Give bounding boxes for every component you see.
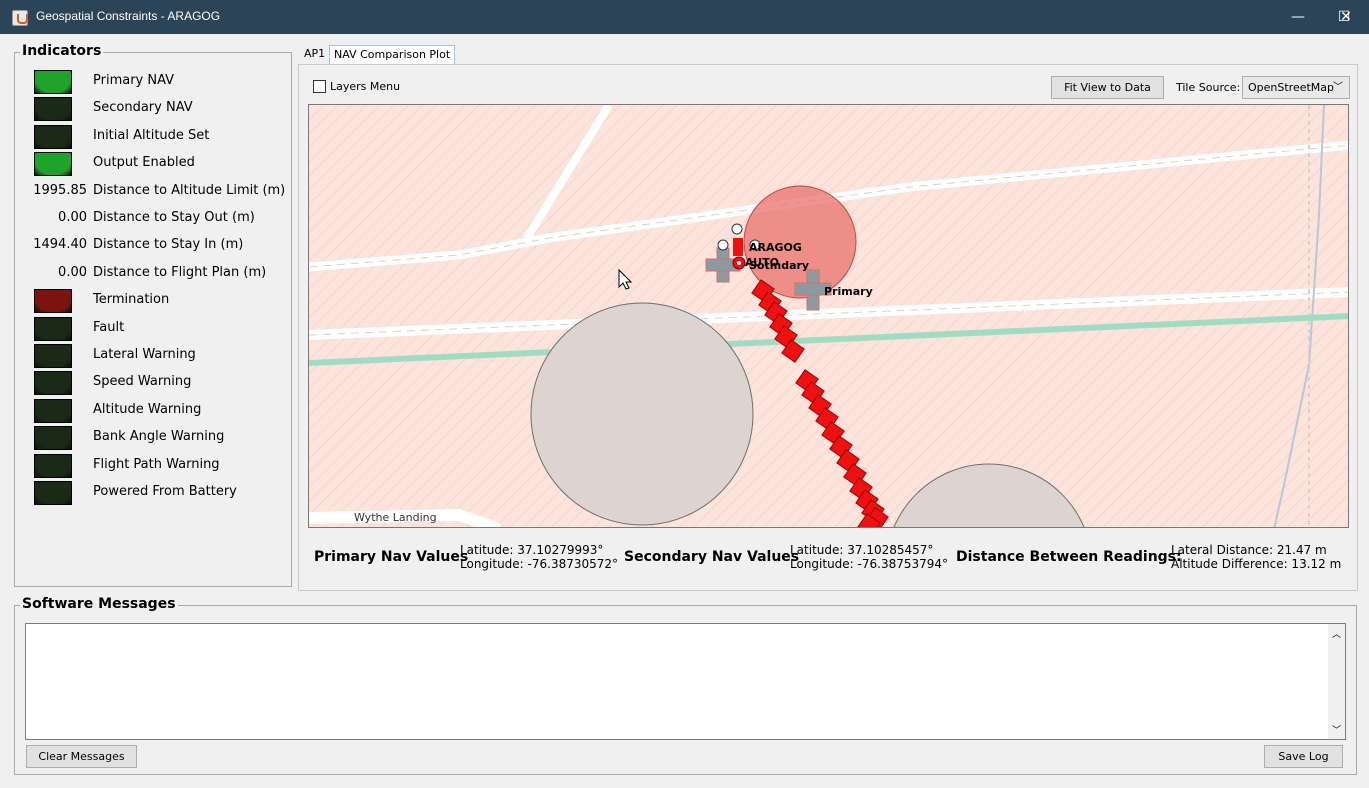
save-log-button[interactable]: Save Log (1264, 745, 1343, 768)
map-canvas[interactable]: ARAGOG AUTO Sotmdary Primary Wythe Landi… (309, 105, 1349, 528)
stay-out-zone (530, 302, 754, 526)
indicator-label: Output Enabled (93, 155, 195, 171)
indicator-led (34, 453, 72, 478)
secondary-nav-values-title: Secondary Nav Values (624, 549, 800, 565)
indicator-value: 0.00 (58, 264, 87, 280)
indicator-row: 1995.85 Distance to Altitude Limit (m) (14, 178, 292, 205)
java-app-icon (12, 10, 28, 26)
fit-view-button[interactable]: Fit View to Data (1051, 76, 1164, 99)
distance-between-readings-title: Distance Between Readings: (956, 549, 1182, 565)
indicator-label: Speed Warning (93, 374, 192, 390)
layers-menu-label[interactable]: Layers Menu (330, 80, 400, 93)
indicator-led (34, 371, 72, 396)
indicator-row: 0.00 Distance to Flight Plan (m) (14, 260, 292, 287)
secondary-nav-coords: Latitude: 37.10285457° Longitude: -76.38… (790, 543, 948, 571)
indicator-row: Bank Angle Warning (14, 424, 292, 451)
indicator-led (34, 344, 72, 368)
indicator-label: Lateral Warning (93, 347, 196, 362)
indicator-list: Primary NAV Secondary NAV Initial Altitude… (14, 68, 292, 508)
indicator-row: 0.00 Distance to Stay Out (m) (14, 205, 292, 232)
indicator-row: Initial Altitude Set (14, 123, 292, 150)
indicator-row: Powered From Battery (14, 479, 292, 506)
indicator-row: Flight Path Warning (14, 452, 292, 479)
indicator-led (34, 97, 72, 122)
indicator-row: Secondary NAV (14, 95, 292, 122)
indicator-led (34, 124, 72, 149)
indicator-row: Altitude Warning (14, 397, 292, 424)
secondary-latitude: Latitude: 37.10285457° (790, 543, 934, 557)
indicator-label: Flight Path Warning (93, 456, 220, 472)
indicator-label: Altitude Warning (93, 401, 202, 417)
indicator-label: Initial Altitude Set (93, 127, 210, 143)
tile-source-label: Tile Source: (1176, 81, 1241, 94)
scroll-down-icon[interactable]: ﹀ (1332, 723, 1341, 736)
indicator-led (34, 316, 72, 341)
lateral-distance: Lateral Distance: 21.47 m (1171, 543, 1327, 557)
primary-longitude: Longitude: -76.38730572° (460, 557, 619, 571)
primary-label: Primary (824, 285, 873, 298)
indicator-label: Primary NAV (93, 73, 175, 88)
map-view[interactable]: ARAGOG AUTO Sotmdary Primary Wythe Landi… (308, 104, 1349, 528)
indicator-row: 1494.40 Distance to Stay In (m) (14, 232, 292, 259)
indicator-value: 1995.85 (33, 182, 87, 198)
indicator-label: Distance to Stay Out (m) (93, 210, 255, 225)
indicator-led (34, 398, 72, 423)
indicator-label: Distance to Stay In (m) (93, 237, 244, 253)
close-button[interactable]: ✕ (1323, 0, 1369, 34)
tile-source-select[interactable]: OpenStreetMap ﹀ (1242, 76, 1350, 99)
indicator-value: 0.00 (58, 210, 87, 225)
indicator-label: Secondary NAV (93, 100, 193, 116)
minimize-button[interactable]: — (1275, 0, 1321, 34)
primary-nav-values-title: Primary Nav Values (314, 549, 469, 565)
indicator-value: 1494.40 (33, 237, 87, 253)
secondary-label: Sotmdary (749, 259, 809, 272)
aragog-label: ARAGOG (749, 241, 802, 254)
messages-textarea[interactable]: ︿ ﹀ (25, 623, 1346, 740)
indicators-title: Indicators (20, 43, 104, 59)
indicator-led (34, 481, 72, 505)
altitude-difference: Altitude Difference: 13.12 m (1171, 557, 1342, 571)
scroll-up-icon[interactable]: ︿ (1332, 627, 1341, 640)
indicator-led (34, 70, 72, 94)
indicator-label: Distance to Flight Plan (m) (93, 264, 267, 280)
clear-messages-button[interactable]: Clear Messages (26, 745, 137, 768)
indicator-led (34, 426, 72, 451)
street-label: Wythe Landing (354, 511, 437, 524)
secondary-longitude: Longitude: -76.38753794° (790, 557, 949, 571)
software-messages-title: Software Messages (20, 596, 178, 612)
messages-content (26, 624, 1345, 630)
indicator-row: Primary NAV (14, 68, 292, 95)
indicator-label: Bank Angle Warning (93, 429, 225, 445)
indicator-led (34, 289, 72, 314)
indicator-row: Termination (14, 287, 292, 314)
layers-menu-checkbox[interactable] (313, 80, 326, 93)
title-bar: Geospatial Constraints - ARAGOG — ☐ (0, 0, 1369, 34)
tab-ap1[interactable]: AP1 (300, 45, 329, 64)
window-title: Geospatial Constraints - ARAGOG (36, 9, 221, 23)
primary-latitude: Latitude: 37.10279993° (460, 543, 604, 557)
primary-nav-coords: Latitude: 37.10279993° Longitude: -76.38… (460, 543, 618, 571)
chevron-down-icon: ﹀ (1333, 82, 1343, 93)
distance-values: Lateral Distance: 21.47 m Altitude Diffe… (1171, 543, 1341, 571)
indicator-row: Fault (14, 315, 292, 342)
messages-scrollbar[interactable]: ︿ ﹀ (1328, 624, 1345, 739)
indicator-led (34, 152, 72, 177)
indicator-label: Termination (93, 292, 170, 308)
tab-nav-comparison-plot[interactable]: NAV Comparison Plot (329, 45, 456, 64)
indicator-row: Lateral Warning (14, 342, 292, 369)
indicator-label: Powered From Battery (93, 484, 237, 499)
tile-source-value: OpenStreetMap (1248, 81, 1335, 94)
indicator-label: Fault (93, 319, 125, 335)
indicator-label: Distance to Altitude Limit (m) (93, 182, 286, 198)
indicator-row: Speed Warning (14, 369, 292, 396)
indicator-row: Output Enabled (14, 150, 292, 177)
